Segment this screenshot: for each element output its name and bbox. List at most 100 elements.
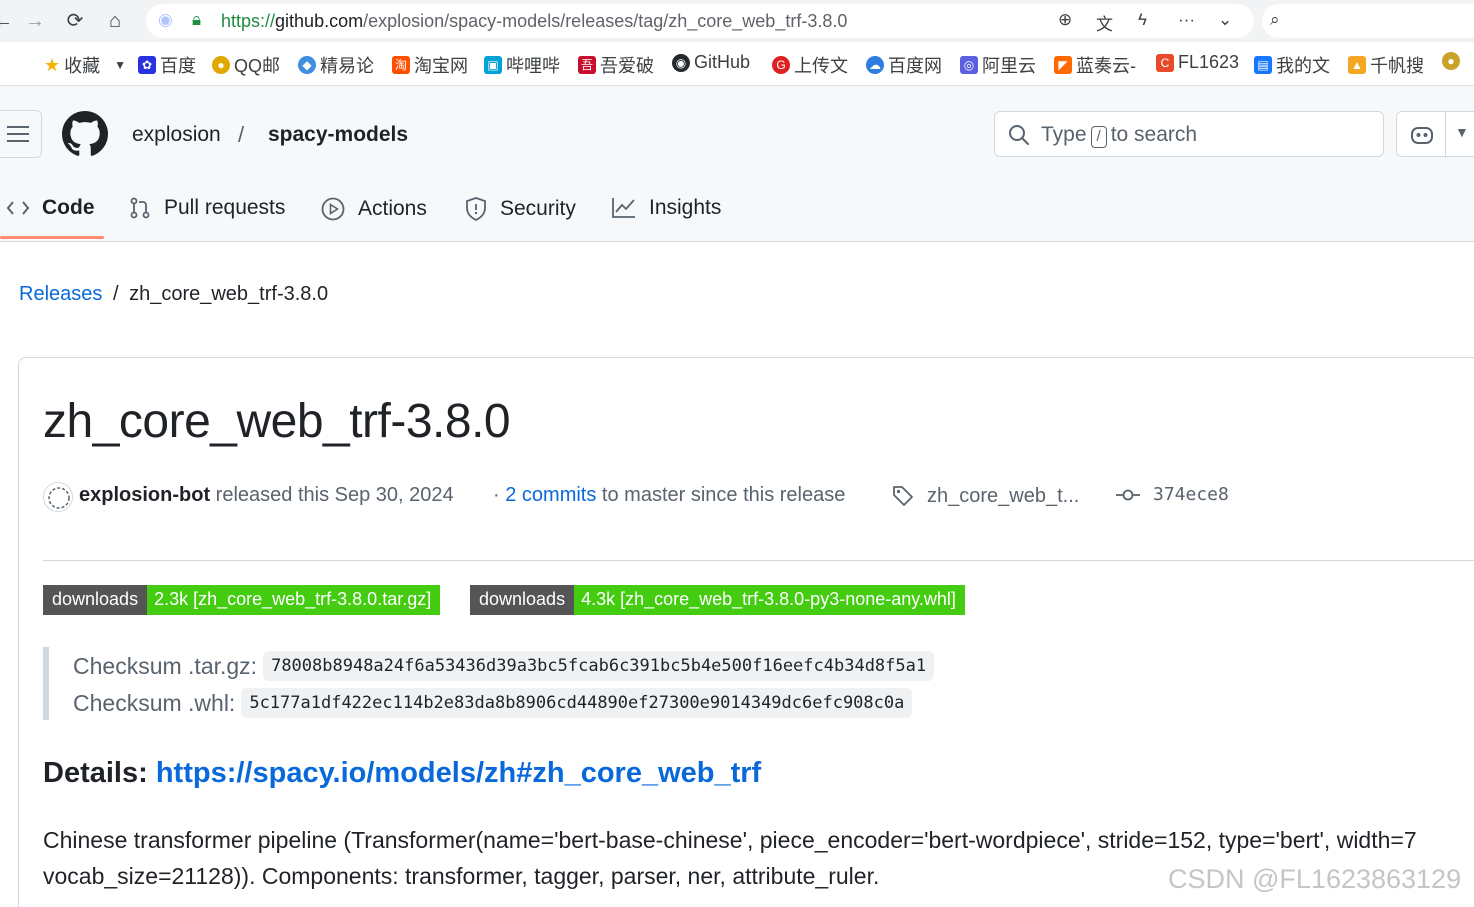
breadcrumb-current: zh_core_web_trf-3.8.0 [129,283,329,305]
slash-key-hint: / [1090,126,1107,148]
taobao-icon: 淘 [392,56,410,74]
watermark: CSDN @FL1623863129 [1168,864,1462,894]
bookmark-item[interactable]: 吾吾爱破 [578,52,654,78]
address-bar[interactable]: ◉ 🔒︎ https://github.com/explosion/spacy-… [146,4,1254,38]
tab-code[interactable]: Code [6,196,95,220]
play-icon [321,197,345,221]
releases-link[interactable]: Releases [19,283,102,305]
repo-owner-link[interactable]: explosion [132,123,221,147]
hamburger-menu-icon[interactable] [0,110,42,158]
url-text: https://github.com/explosion/spacy-model… [221,11,848,31]
forward-arrow-icon[interactable]: → [22,8,48,34]
bookmark-item[interactable]: G 上传文 [772,52,848,78]
github-icon: ◉ [672,53,690,72]
active-tab-indicator [0,236,104,239]
repo-name-link[interactable]: spacy-models [268,123,408,147]
tab-pull-requests[interactable]: Pull requests [128,196,285,220]
release-date-text: released this Sep 30, 2024 [215,484,454,506]
release-breadcrumb: Releases / zh_core_web_trf-3.8.0 [19,283,328,306]
bookmark-site-icon: ▲ [1348,56,1366,74]
bookmark-item[interactable]: ● QQ邮 [212,52,280,78]
checksum-label: Checksum .whl: [73,689,236,716]
tag-label: zh_core_web_t... [927,484,1080,507]
site-info-icon[interactable]: ◉ [158,10,173,30]
bookmark-item[interactable]: ◎ 阿里云 [960,52,1036,78]
tag-icon [893,486,913,506]
tab-security[interactable]: Security [464,196,576,222]
baidu-icon: ✿ [138,56,156,74]
aliyun-icon: ◎ [960,56,978,74]
search-icon [1009,125,1029,145]
details-link[interactable]: https://spacy.io/models/zh#zh_core_web_t… [156,757,761,789]
bookmark-item[interactable]: C FL1623 [1156,52,1239,73]
avatar[interactable] [43,482,73,512]
back-arrow-icon[interactable]: ← [0,8,16,34]
lock-icon: 🔒︎ [192,10,202,29]
copilot-icon [1411,127,1433,144]
bookmark-site-icon: ▤ [1254,56,1272,74]
lightning-icon[interactable]: ϟ [1138,10,1147,30]
code-icon [6,201,30,215]
bookmark-item[interactable]: ◤ 蓝奏云- [1054,52,1136,78]
repo-tabs: Code Pull requests Actions Security Insi… [0,186,1474,242]
commits-suffix: to master since this release [601,484,846,506]
details-label: Details: [43,757,148,789]
checksum-value: 78008b8948a24f6a53436d39a3bc5fcab6c391bc… [263,651,935,681]
tab-insights[interactable]: Insights [611,196,721,220]
bookmark-item[interactable]: ▤ 我的文 [1254,52,1330,78]
tab-label: Code [42,196,95,219]
chevron-down-icon[interactable]: ▼ [1455,124,1469,140]
badge-label: downloads [470,585,575,615]
author-link[interactable]: explosion-bot [79,484,210,506]
star-icon: ★ [44,54,61,75]
github-logo-icon[interactable] [62,111,108,157]
copilot-button[interactable]: ▼ [1396,111,1474,158]
checksum-value: 5c177a1df422ec114b2e83da8b8906cd44890ef2… [241,688,913,718]
commit-sha: 374ece8 [1153,484,1229,505]
tab-label: Insights [649,196,722,219]
bullet: · [493,484,500,506]
bookmark-site-icon: ◤ [1054,56,1072,74]
download-badge-targz[interactable]: downloads 2.3k [zh_core_web_trf-3.8.0.ta… [43,585,441,615]
more-icon[interactable]: ··· [1178,10,1195,30]
bookmark-site-icon: ● [1442,52,1460,70]
tab-actions[interactable]: Actions [320,196,427,222]
commits-link[interactable]: 2 commits [505,484,596,506]
browser-search-box[interactable]: ⌕ [1262,4,1474,38]
translate-icon[interactable]: 文 [1096,10,1113,35]
description-line: Chinese transformer pipeline (Transforme… [43,827,1417,853]
chevron-down-icon[interactable]: ⌄ [1218,10,1232,30]
bookmark-item[interactable]: 淘淘宝网 [392,52,468,78]
bookmark-site-icon: 吾 [578,56,596,74]
bookmark-item[interactable]: ✿ 百度 [138,52,196,78]
bookmark-item[interactable]: ● [1442,52,1460,70]
home-icon[interactable]: ⌂ [102,8,128,34]
blockquote-bar [43,647,49,720]
reload-icon[interactable]: ⟳ [62,8,88,34]
bookmark-item[interactable]: ◆ 精易论 [298,52,374,78]
csdn-icon: C [1156,53,1174,72]
bilibili-icon: ▣ [484,56,502,74]
bookmark-item[interactable]: ◉ GitHub [672,52,750,73]
bookmark-item[interactable]: ▲ 千帆搜 [1348,52,1424,78]
release-meta: explosion-bot released this Sep 30, 2024… [43,480,1473,516]
search-placeholder: Type / to search [1041,123,1198,148]
github-search-input[interactable]: Type / to search [994,111,1384,157]
repo-header: explosion / spacy-models Type / to search … [0,86,1474,242]
zoom-icon[interactable]: ⊕ [1058,10,1072,30]
bookmark-site-icon: ◆ [298,56,316,74]
browser-toolbar: ← → ⟳ ⌂ ◉ 🔒︎ https://github.com/explosio… [0,0,1474,42]
breadcrumb-separator: / [112,283,119,305]
checksum-targz: Checksum .tar.gz: 78008b8948a24f6a53436d… [73,651,935,681]
graph-icon [612,198,635,218]
divider [43,560,1474,561]
checksum-label: Checksum .tar.gz: [73,652,258,679]
release-title: zh_core_web_trf-3.8.0 [43,395,511,448]
tag-link[interactable]: zh_core_web_t... [891,484,1079,508]
bookmark-item[interactable]: ☁ 百度网 [866,52,942,78]
download-badge-whl[interactable]: downloads 4.3k [zh_core_web_trf-3.8.0-py… [470,585,965,615]
commit-link[interactable]: 374ece8 [1115,484,1229,505]
git-commit-icon [1116,489,1140,500]
bookmark-favorites[interactable]: ★ 收藏 ▼ [44,52,126,78]
bookmark-item[interactable]: ▣ 哔哩哔 [484,52,560,78]
